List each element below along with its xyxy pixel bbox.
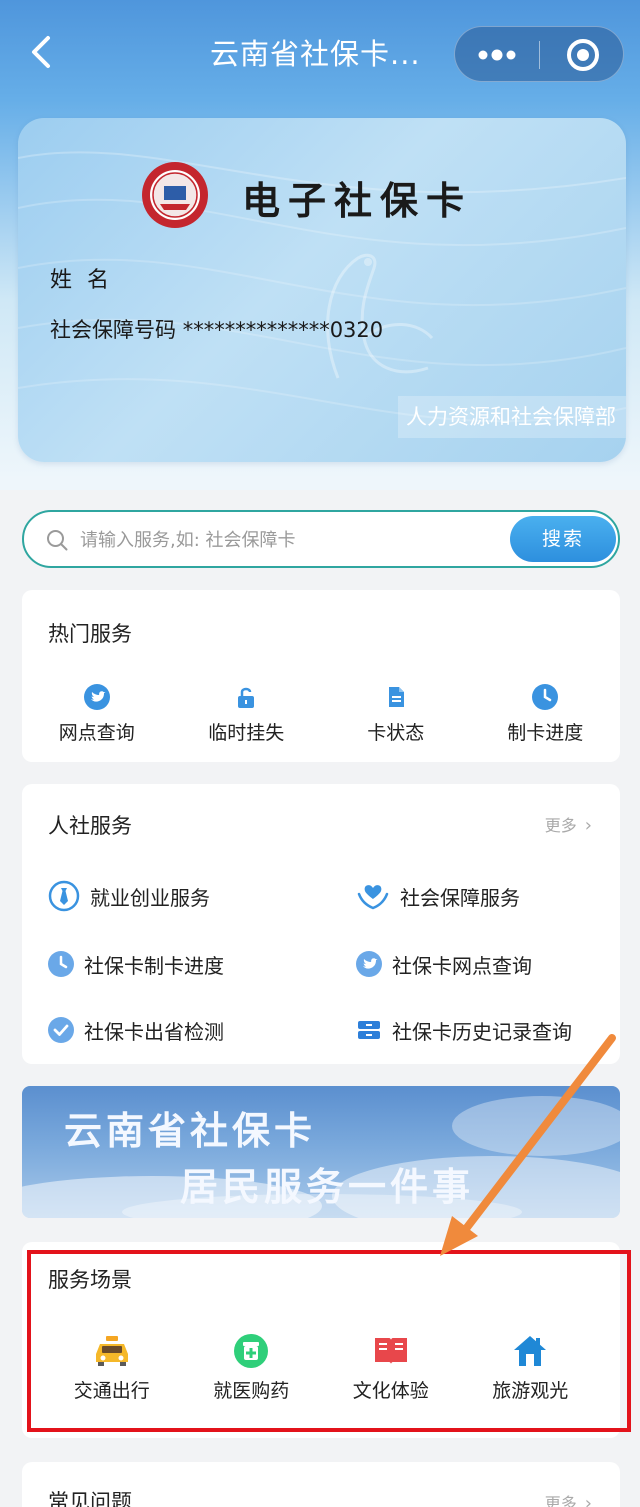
hot-service-card-status[interactable]: 卡状态 — [321, 684, 471, 745]
record-icon — [358, 1021, 380, 1039]
hr-service-label: 社会保障服务 — [400, 885, 520, 910]
number-value: **************0320 — [182, 318, 384, 342]
promo-banner[interactable]: 云南省社保卡 居民服务一件事 — [22, 1086, 620, 1218]
faq-title: 常见问题 — [48, 1490, 132, 1507]
chevron-left-icon — [32, 36, 50, 68]
unlock-icon — [238, 687, 255, 708]
more-label: 更多 — [544, 816, 577, 835]
hr-service-label: 社保卡网点查询 — [392, 953, 532, 978]
hot-service-production-progress[interactable]: 制卡进度 — [471, 684, 621, 745]
hr-service-label: 就业创业服务 — [90, 885, 210, 910]
number-label: 社会保障号码 — [50, 318, 176, 342]
hr-services-panel: 人社服务 更多 › 就业创业服务 社会保障服务 社保卡制卡进度 社保卡网点查询 — [22, 784, 620, 1064]
hot-service-label: 制卡进度 — [507, 722, 584, 744]
tie-icon — [48, 880, 80, 912]
search-button[interactable]: 搜索 — [510, 516, 616, 562]
hr-service-outlet-query[interactable]: 社保卡网点查询 — [356, 944, 532, 984]
clock-icon — [532, 684, 559, 710]
mini-program-capsule — [454, 26, 624, 82]
hr-service-label: 社保卡出省检测 — [84, 1019, 224, 1044]
peacock-watermark-icon — [326, 253, 434, 379]
chevron-right-icon: › — [584, 1493, 592, 1507]
hot-service-label: 卡状态 — [367, 722, 425, 744]
card-issuer: 人力资源和社会保障部 — [398, 396, 626, 438]
more-dots-icon — [478, 49, 516, 61]
chevron-right-icon: › — [584, 815, 592, 836]
navbar: 云南省社保卡... — [0, 0, 640, 100]
page-title: 云南省社保卡... — [210, 37, 421, 71]
hot-service-label: 临时挂失 — [208, 722, 285, 744]
bird-icon — [356, 951, 382, 977]
hr-service-production-progress[interactable]: 社保卡制卡进度 — [48, 944, 224, 984]
back-button[interactable] — [28, 32, 58, 72]
hot-services-grid: 网点查询 临时挂失 卡状态 制卡进度 — [22, 684, 620, 745]
more-label: 更多 — [544, 1494, 577, 1507]
hot-service-temporary-loss[interactable]: 临时挂失 — [172, 684, 322, 745]
banner-line-2: 居民服务一件事 — [180, 1164, 475, 1209]
social-security-number: 社会保障号码 **************0320 — [50, 314, 383, 344]
search-icon — [47, 530, 68, 551]
card-title: 电子社保卡 — [242, 178, 473, 223]
document-icon — [388, 687, 404, 707]
capsule-divider — [539, 41, 540, 69]
cardholder-name-label: 姓 名 — [50, 268, 113, 293]
hr-service-employment[interactable]: 就业创业服务 — [48, 876, 210, 916]
hr-services-more-link[interactable]: 更多 › — [545, 812, 592, 836]
heart-hands-icon — [357, 885, 389, 910]
close-program-button[interactable] — [541, 27, 625, 83]
hr-service-out-of-province-check[interactable]: 社保卡出省检测 — [48, 1010, 224, 1050]
social-security-logo — [142, 162, 208, 228]
clock-icon — [48, 951, 74, 977]
hr-service-history-query[interactable]: 社保卡历史记录查询 — [356, 1010, 572, 1050]
hr-service-label: 社保卡历史记录查询 — [392, 1019, 572, 1044]
more-menu-button[interactable] — [455, 27, 539, 83]
search-bar: 搜索 — [22, 510, 620, 568]
hot-service-outlet-query[interactable]: 网点查询 — [22, 684, 172, 745]
hot-services-title: 热门服务 — [48, 622, 132, 646]
banner-line-1: 云南省社保卡 — [64, 1108, 317, 1153]
highlight-box — [27, 1250, 631, 1432]
hr-service-social-security[interactable]: 社会保障服务 — [356, 876, 520, 916]
target-circle-icon — [567, 39, 599, 71]
faq-panel: 常见问题 更多 › — [22, 1462, 620, 1507]
hr-services-title: 人社服务 — [48, 814, 132, 838]
check-icon — [48, 1017, 74, 1043]
faq-more-link[interactable]: 更多 › — [545, 1490, 592, 1507]
hot-services-panel: 热门服务 网点查询 临时挂失 卡状态 制卡进度 — [22, 590, 620, 762]
social-security-card[interactable]: 电子社保卡 姓 名 社会保障号码 **************0320 人力资源… — [18, 118, 626, 462]
hr-service-label: 社保卡制卡进度 — [84, 953, 224, 978]
search-input[interactable] — [80, 522, 500, 558]
hot-service-label: 网点查询 — [58, 722, 135, 744]
bird-icon — [83, 684, 110, 710]
